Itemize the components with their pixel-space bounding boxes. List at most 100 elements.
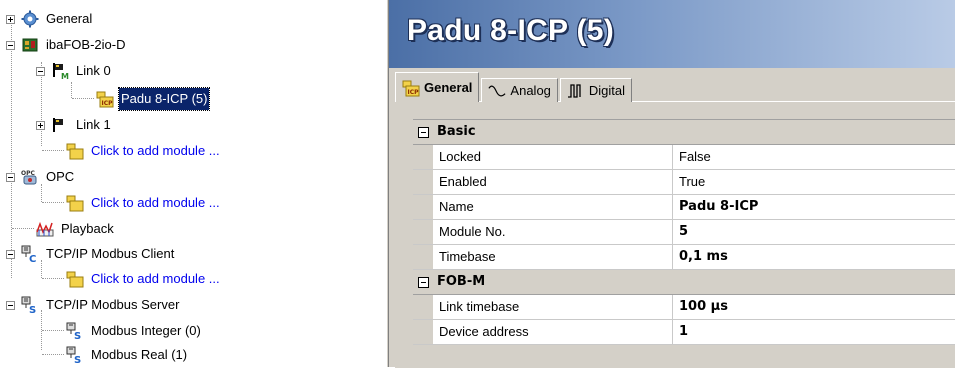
tree-connector	[12, 228, 34, 229]
property-value[interactable]: 0,1 ms	[673, 245, 728, 269]
tree-item-label: Click to add module ...	[91, 195, 220, 210]
tree-item-label: General	[46, 11, 93, 26]
tree-item-label: TCP/IP Modbus Server	[46, 297, 180, 312]
property-name: Timebase	[433, 245, 673, 269]
category-label: FOB-M	[437, 274, 486, 289]
tree-connector	[42, 330, 64, 331]
property-name: Locked	[433, 145, 673, 169]
tree-item-add-module[interactable]: Click to add module ...	[66, 192, 222, 214]
expand-toggle[interactable]	[6, 14, 15, 24]
category-basic[interactable]: Basic	[413, 120, 955, 145]
analog-wave-icon	[488, 83, 506, 99]
category-label: Basic	[437, 124, 476, 139]
tree-connector	[71, 82, 72, 98]
link-icon	[51, 117, 69, 133]
tree-item-modbus-real[interactable]: S Modbus Real (1)	[66, 344, 189, 366]
property-name: Device address	[433, 320, 673, 344]
collapse-toggle[interactable]	[413, 270, 433, 294]
tree-item-opc[interactable]: OPC OPC	[6, 166, 76, 188]
tree-item-label: Click to add module ...	[91, 271, 220, 286]
collapse-toggle[interactable]	[36, 66, 45, 76]
modbus-server-icon: S	[21, 296, 39, 314]
tree-item-label: Click to add module ...	[91, 143, 220, 158]
property-value[interactable]: 100 µs	[673, 295, 728, 319]
svg-text:ICP: ICP	[102, 100, 114, 107]
tree-item-modbus-integer[interactable]: S Modbus Integer (0)	[66, 320, 203, 342]
svg-text:M: M	[61, 72, 69, 80]
property-value[interactable]: 1	[673, 320, 688, 344]
property-value[interactable]: Padu 8-ICP	[673, 195, 758, 219]
board-icon	[21, 37, 39, 53]
tree-connector	[42, 202, 64, 203]
collapse-toggle[interactable]	[6, 300, 15, 310]
tree-item-label: Modbus Integer (0)	[91, 323, 201, 338]
property-row[interactable]: Enabled True	[413, 170, 955, 195]
tree-connector	[42, 278, 64, 279]
tree-item-label: Link 0	[76, 63, 111, 78]
module-icp-icon: ICP	[402, 80, 420, 96]
collapse-toggle[interactable]	[6, 249, 15, 259]
tree-item-label: Padu 8-ICP (5)	[117, 87, 211, 111]
tree-item-label: Playback	[61, 221, 114, 236]
tree-item-label: TCP/IP Modbus Client	[46, 246, 175, 261]
svg-text:ICP: ICP	[408, 89, 420, 96]
property-name: Module No.	[433, 220, 673, 244]
tree-connector	[72, 98, 94, 99]
digital-wave-icon	[567, 83, 585, 99]
property-name: Enabled	[433, 170, 673, 194]
tree-item-playback[interactable]: Playback	[36, 218, 116, 240]
modbus-s-icon: S	[66, 346, 84, 364]
tree-connector	[42, 150, 64, 151]
svg-text:S: S	[29, 305, 36, 314]
add-module-icon	[66, 195, 84, 212]
property-row[interactable]: Name Padu 8-ICP	[413, 195, 955, 220]
title-banner: Padu 8-ICP (5)	[389, 0, 955, 68]
svg-text:S: S	[74, 331, 81, 340]
tree-item-modbus-server[interactable]: S TCP/IP Modbus Server	[6, 294, 181, 316]
property-row[interactable]: Link timebase 100 µs	[413, 295, 955, 320]
tree-item-add-module[interactable]: Click to add module ...	[66, 140, 222, 162]
property-row[interactable]: Timebase 0,1 ms	[413, 245, 955, 270]
property-name: Link timebase	[433, 295, 673, 319]
property-row[interactable]: Device address 1	[413, 320, 955, 345]
collapse-toggle[interactable]	[413, 120, 433, 144]
property-row[interactable]: Locked False	[413, 145, 955, 170]
tree-connector	[42, 354, 64, 355]
tab-analog[interactable]: Analog	[481, 78, 558, 102]
device-tree: General ibaFOB-2io-D M Link 0 ICP Padu 8…	[0, 0, 385, 367]
tab-digital[interactable]: Digital	[559, 78, 633, 102]
tree-item-label: OPC	[46, 169, 75, 184]
playback-icon	[36, 221, 54, 237]
collapse-toggle[interactable]	[6, 172, 15, 182]
tree-connector	[11, 18, 12, 278]
tab-general[interactable]: ICP General	[395, 72, 480, 102]
tree-item-general[interactable]: General	[6, 8, 94, 30]
gear-icon	[21, 10, 39, 28]
tree-item-label: ibaFOB-2io-D	[46, 37, 126, 52]
collapse-toggle[interactable]	[6, 40, 15, 50]
module-icp-icon: ICP	[96, 91, 114, 108]
tree-item-ibafob[interactable]: ibaFOB-2io-D	[6, 34, 127, 56]
expand-toggle[interactable]	[36, 120, 45, 130]
tree-item-add-module[interactable]: Click to add module ...	[66, 268, 222, 290]
tree-item-link-1[interactable]: Link 1	[36, 114, 113, 136]
property-value[interactable]: 5	[673, 220, 688, 244]
tree-item-padu-8-icp[interactable]: ICP Padu 8-ICP (5)	[96, 87, 211, 111]
property-value[interactable]: True	[673, 170, 705, 194]
tab-label: Digital	[588, 83, 626, 98]
tree-item-modbus-client[interactable]: C TCP/IP Modbus Client	[6, 243, 176, 265]
opc-icon: OPC	[21, 169, 39, 185]
property-row[interactable]: Module No. 5	[413, 220, 955, 245]
modbus-s-icon: S	[66, 322, 84, 340]
category-fob-m[interactable]: FOB-M	[413, 270, 955, 295]
modbus-client-icon: C	[21, 245, 39, 263]
svg-text:C: C	[29, 254, 36, 263]
link-m-icon: M	[51, 63, 69, 80]
tree-item-label: Modbus Real (1)	[91, 347, 188, 362]
property-value[interactable]: False	[673, 145, 711, 169]
property-grid: Basic Locked False Enabled True Name Pad…	[413, 119, 955, 345]
page-title: Padu 8-ICP (5)	[407, 14, 615, 47]
svg-text:S: S	[74, 355, 81, 364]
add-module-icon	[66, 271, 84, 288]
tree-item-link-0[interactable]: M Link 0	[36, 60, 113, 82]
